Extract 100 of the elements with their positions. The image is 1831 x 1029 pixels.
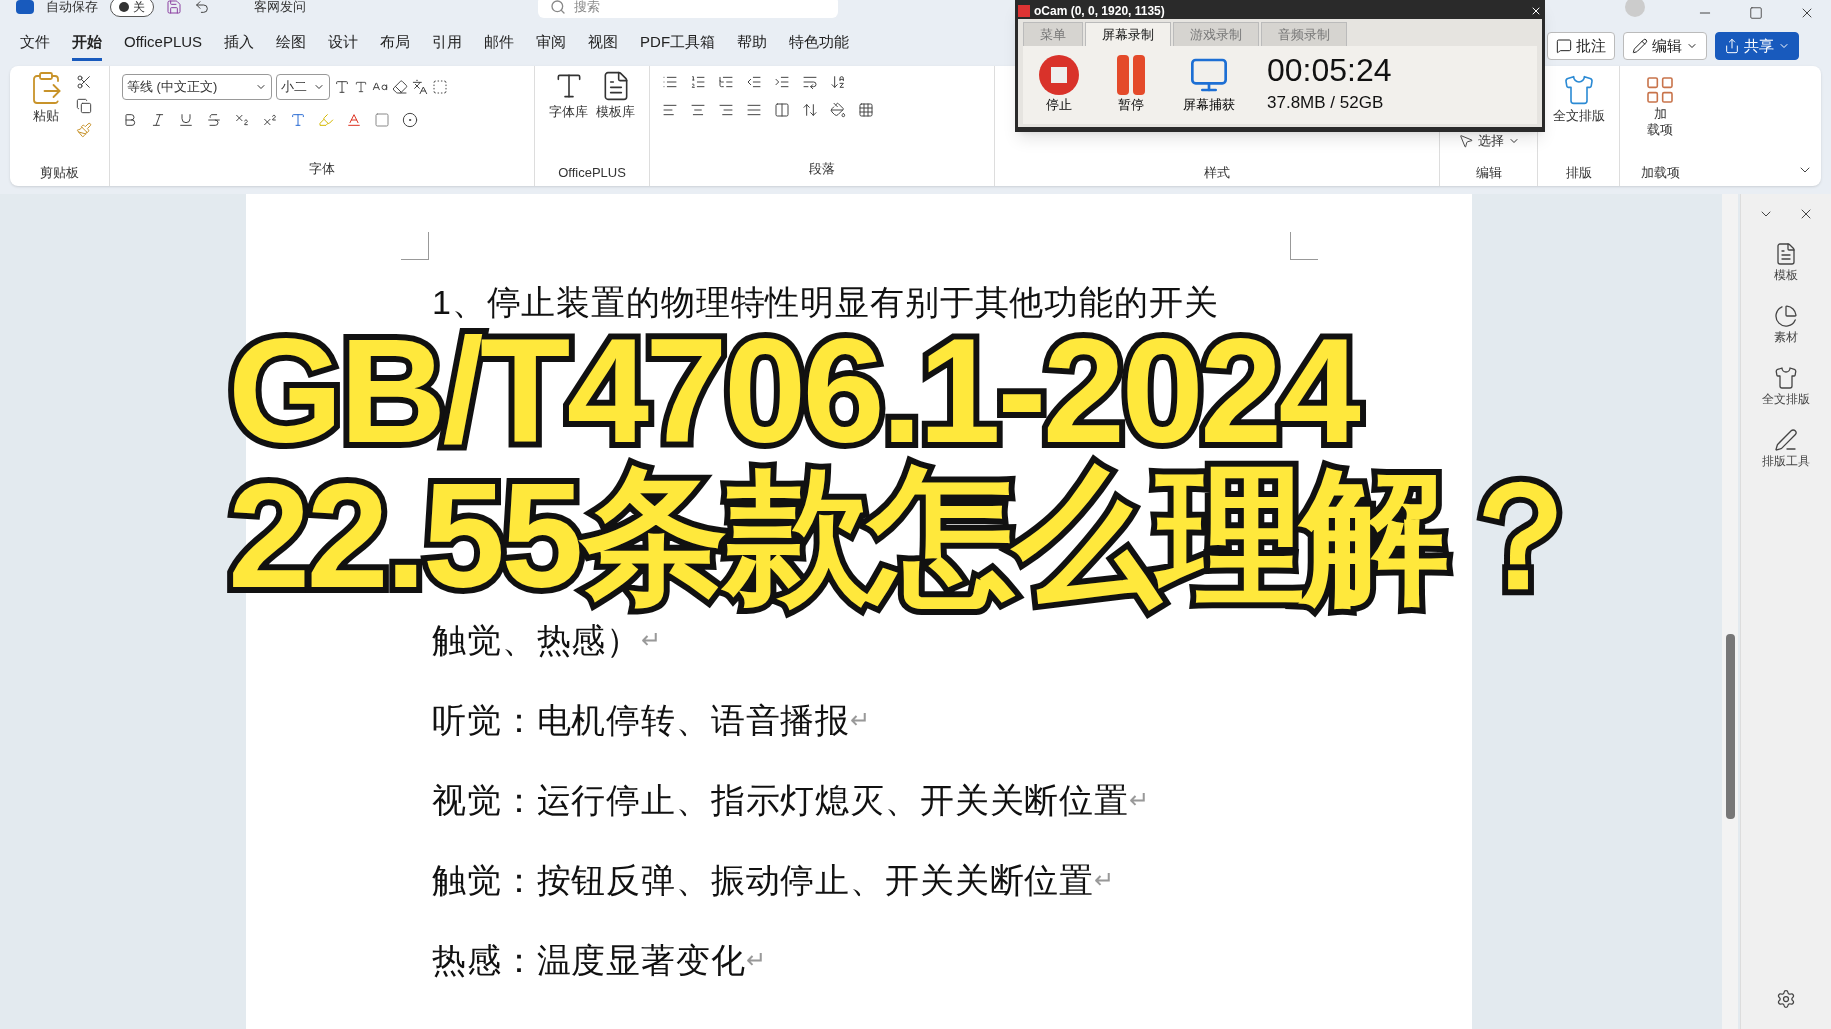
addins-button[interactable]: 加 载项 — [1644, 70, 1676, 163]
file-size: 37.8MB / 52GB — [1267, 92, 1385, 115]
superscript-icon[interactable] — [262, 112, 278, 128]
shirt-icon — [1562, 74, 1595, 106]
stop-icon — [1039, 55, 1079, 96]
paste-button[interactable]: 粘贴 — [27, 70, 64, 163]
save-icon[interactable] — [166, 0, 182, 15]
undo-icon[interactable] — [194, 0, 210, 15]
font-size-field[interactable]: 小二 — [276, 74, 330, 100]
menu-tab[interactable]: 绘图 — [276, 31, 307, 61]
italic-icon[interactable] — [150, 112, 166, 128]
grow-font-icon[interactable] — [334, 79, 350, 95]
group-label: 加载项 — [1640, 163, 1680, 182]
officeplus-button[interactable]: 字体库 — [549, 70, 588, 163]
menu-tab[interactable]: 邮件 — [484, 31, 515, 61]
font-color-icon[interactable] — [346, 112, 362, 128]
multilevel-list-icon[interactable] — [718, 74, 734, 90]
sort-icon[interactable] — [830, 74, 846, 90]
menu-tab[interactable]: 开始 — [72, 31, 102, 61]
settings-icon[interactable] — [1776, 989, 1796, 1009]
side-pane-button[interactable]: 全文排版 — [1762, 366, 1810, 408]
subscript-icon[interactable] — [234, 112, 250, 128]
crop-mark — [1290, 232, 1318, 260]
menu-tab[interactable]: 插入 — [224, 31, 255, 61]
pencil-icon — [1632, 38, 1648, 54]
close-icon[interactable] — [1530, 5, 1542, 17]
phonetic-guide-icon[interactable] — [412, 79, 428, 95]
borders-icon[interactable] — [858, 102, 874, 118]
stop-button[interactable]: 停止 — [1039, 55, 1079, 115]
group-label: 排版 — [1565, 163, 1592, 182]
menu-tab[interactable]: 布局 — [380, 31, 411, 61]
menu-tab[interactable]: 帮助 — [737, 31, 768, 61]
paragraph-mark: ↵ — [641, 625, 662, 655]
search-field[interactable]: 搜索 — [538, 0, 838, 18]
cut-icon[interactable] — [75, 74, 92, 90]
menu-tab[interactable]: 文件 — [20, 31, 50, 61]
maximize-icon[interactable] — [1749, 6, 1763, 20]
group-label: 段落 — [809, 160, 835, 176]
copy-icon[interactable] — [75, 98, 92, 114]
pause-button[interactable]: 暂停 — [1111, 55, 1151, 115]
side-pane-button[interactable]: 素材 — [1774, 304, 1798, 346]
edit-button[interactable]: 编辑 — [1623, 32, 1707, 60]
side-pane-button[interactable]: 模板 — [1774, 242, 1798, 284]
document-title[interactable]: 客网发问 — [254, 0, 306, 17]
bullets-icon[interactable] — [662, 74, 678, 90]
menu-tab[interactable]: 引用 — [432, 31, 463, 61]
grid-icon — [1644, 74, 1676, 106]
decrease-indent-icon[interactable] — [746, 74, 762, 90]
paragraph-mark: ↵ — [1129, 785, 1149, 815]
comment-button[interactable]: 批注 — [1547, 32, 1615, 60]
word-logo-icon — [16, 0, 34, 14]
numbering-icon[interactable] — [690, 74, 706, 90]
select-button[interactable]: 选择 — [1457, 131, 1520, 151]
scrollbar-thumb[interactable] — [1726, 634, 1735, 819]
document-text: 视觉：运行停止、指示灯熄灭、开关关断位置 — [432, 779, 1129, 821]
menu-tab[interactable]: OfficePLUS — [124, 31, 203, 61]
crop-mark — [401, 232, 429, 260]
menu-tab[interactable]: 设计 — [328, 31, 359, 61]
font-name-field[interactable]: 等线 (中文正文) — [122, 74, 272, 100]
pie-chart-icon — [1774, 304, 1798, 328]
line-spacing-icon[interactable] — [802, 102, 818, 118]
align-center-icon[interactable] — [690, 102, 706, 118]
text-effects-icon[interactable] — [290, 112, 306, 128]
shrink-font-icon[interactable] — [354, 80, 368, 94]
bold-icon[interactable] — [122, 112, 138, 128]
menu-tab[interactable]: 特色功能 — [789, 31, 850, 61]
paragraph-mark: ↵ — [745, 945, 766, 975]
align-left-icon[interactable] — [662, 102, 678, 118]
underline-icon[interactable] — [178, 112, 194, 128]
group-label: OfficePLUS — [558, 163, 626, 182]
menu-tab[interactable]: 视图 — [588, 31, 619, 61]
officeplus-button[interactable]: 模板库 — [596, 70, 635, 163]
enclose-character-icon[interactable] — [402, 112, 418, 128]
side-pane-button[interactable]: 排版工具 — [1762, 428, 1810, 470]
shirt-icon — [1774, 366, 1798, 390]
increase-indent-icon[interactable] — [774, 74, 790, 90]
align-right-icon[interactable] — [718, 102, 734, 118]
app-logo-icon — [1018, 5, 1030, 17]
text-direction-icon[interactable] — [802, 74, 818, 90]
justify-icon[interactable] — [746, 102, 762, 118]
shading-icon[interactable] — [830, 102, 846, 118]
menu-tab[interactable]: PDF工具箱 — [640, 31, 716, 61]
distributed-icon[interactable] — [774, 102, 790, 118]
document-text: 触觉、热感） — [432, 619, 642, 661]
ocam-tab[interactable]: 屏幕录制 — [1085, 22, 1171, 46]
autosave-toggle[interactable]: 关 — [110, 0, 154, 17]
capture-button[interactable]: 屏幕捕获 — [1183, 55, 1235, 115]
clear-format-icon[interactable] — [392, 79, 408, 95]
document-text: 触觉：按钮反弹、振动停止、开关关断位置 — [432, 859, 1095, 901]
menu-tab[interactable]: 审阅 — [536, 31, 567, 61]
share-button[interactable]: 共享 — [1715, 32, 1799, 60]
overlay-title: 22.55条款怎么理解？ — [228, 463, 1590, 609]
document-icon — [1774, 242, 1798, 266]
format-painter-icon[interactable] — [75, 122, 92, 138]
paragraph-mark: ↵ — [850, 705, 871, 735]
strikethrough-icon[interactable] — [206, 112, 222, 128]
ocam-title: oCam (0, 0, 1920, 1135) — [1034, 3, 1165, 20]
recording-time: 00:05:24 — [1267, 54, 1392, 87]
autosave-label: 自动保存 — [46, 0, 98, 17]
full-text-layout-button[interactable]: 全文排版 — [1552, 70, 1605, 163]
